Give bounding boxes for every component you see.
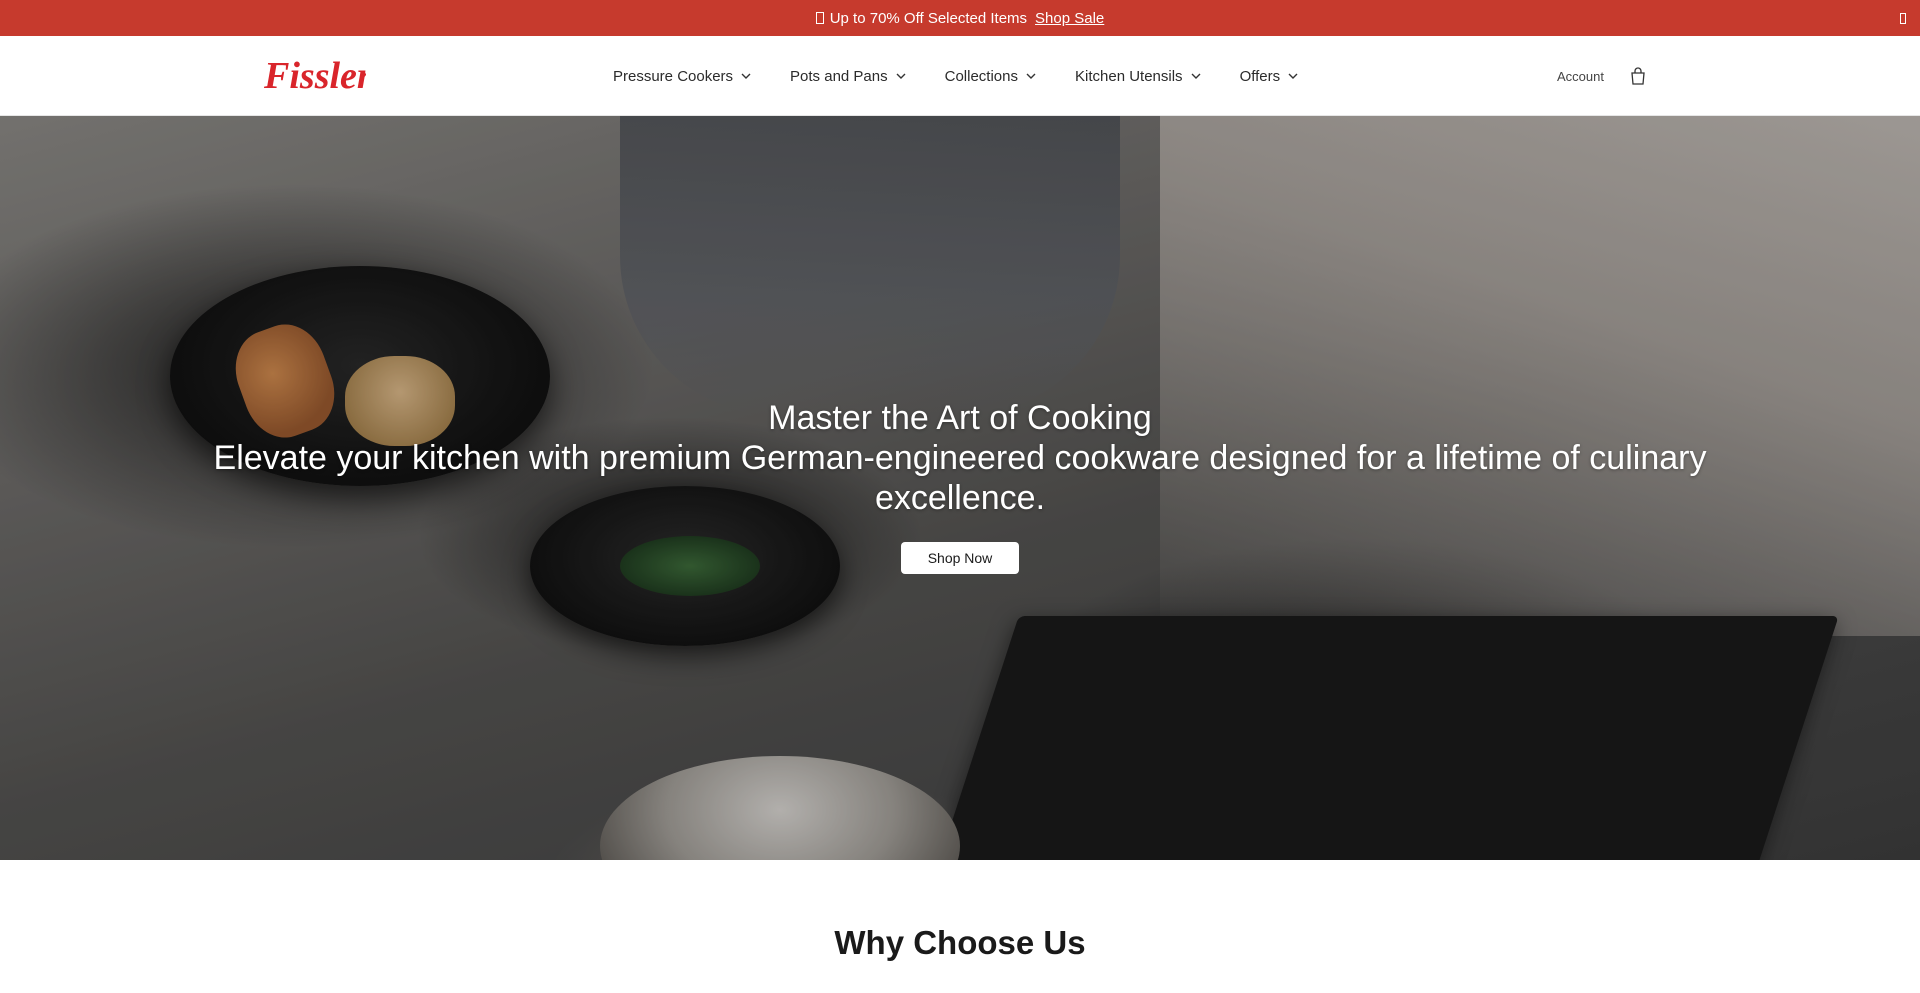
shopping-bag-icon[interactable] bbox=[1630, 67, 1646, 85]
nav-label: Pressure Cookers bbox=[613, 67, 734, 85]
chevron-down-icon bbox=[1026, 73, 1036, 79]
nav-label: Pots and Pans bbox=[790, 67, 888, 85]
logo-text: Fissler bbox=[263, 55, 366, 97]
tag-icon bbox=[815, 12, 824, 24]
close-icon bbox=[1900, 12, 1906, 24]
nav-pots-and-pans[interactable]: Pots and Pans bbox=[790, 68, 907, 85]
announcement-bar: Up to 70% Off Selected Items Shop Sale bbox=[0, 0, 1920, 36]
hero-title: Master the Art of Cooking bbox=[768, 399, 1152, 437]
hero-banner: Master the Art of Cooking Elevate your k… bbox=[0, 116, 1920, 860]
nav-offers[interactable]: Offers bbox=[1240, 68, 1300, 85]
shop-sale-link[interactable]: Shop Sale bbox=[1035, 10, 1104, 27]
nav-label: Offers bbox=[1239, 67, 1281, 85]
chevron-down-icon bbox=[1288, 73, 1298, 79]
fissler-logo[interactable]: Fissler bbox=[262, 52, 366, 98]
nav-pressure-cookers[interactable]: Pressure Cookers bbox=[613, 68, 752, 85]
nav-label: Kitchen Utensils bbox=[1075, 67, 1183, 85]
chevron-down-icon bbox=[741, 73, 751, 79]
site-header: Fissler Pressure Cookers Pots and Pans C… bbox=[0, 36, 1920, 116]
announcement-text: Up to 70% Off Selected Items bbox=[829, 9, 1028, 27]
nav-label: Collections bbox=[944, 67, 1018, 85]
chevron-down-icon bbox=[896, 73, 906, 79]
close-announcement-button[interactable] bbox=[1900, 0, 1906, 36]
nav-kitchen-utensils[interactable]: Kitchen Utensils bbox=[1075, 68, 1202, 85]
header-actions: Account bbox=[1557, 36, 1646, 116]
account-link[interactable]: Account bbox=[1557, 69, 1604, 84]
shop-now-button[interactable]: Shop Now bbox=[900, 542, 1020, 574]
hero-subtitle: Elevate your kitchen with premium German… bbox=[213, 439, 1707, 517]
chevron-down-icon bbox=[1191, 73, 1201, 79]
hero-content: Master the Art of Cooking Elevate your k… bbox=[180, 398, 1740, 574]
why-choose-us-heading: Why Choose Us bbox=[834, 924, 1086, 961]
main-nav: Pressure Cookers Pots and Pans Collectio… bbox=[613, 36, 1337, 116]
nav-collections[interactable]: Collections bbox=[945, 68, 1037, 85]
